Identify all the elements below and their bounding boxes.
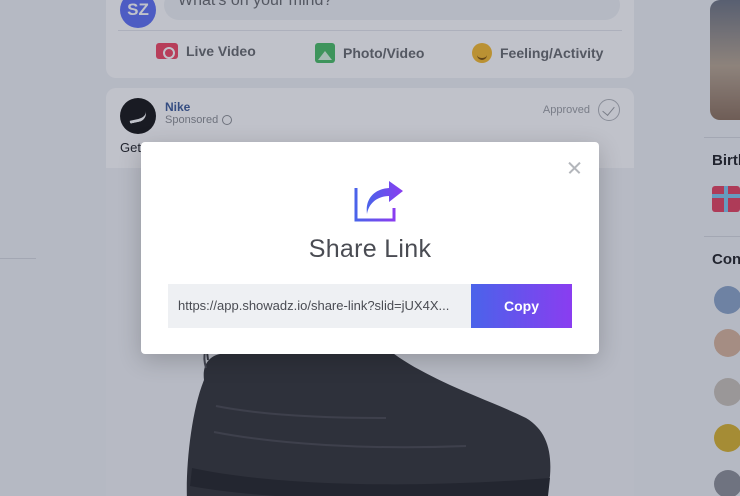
close-icon[interactable] xyxy=(563,157,585,179)
copy-button[interactable]: Copy xyxy=(471,284,572,328)
share-link-field[interactable]: https://app.showadz.io/share-link?slid=j… xyxy=(168,284,471,328)
share-link-dialog: Share Link https://app.showadz.io/share-… xyxy=(141,142,599,354)
dialog-title: Share Link xyxy=(308,235,432,263)
share-icon xyxy=(354,181,403,222)
